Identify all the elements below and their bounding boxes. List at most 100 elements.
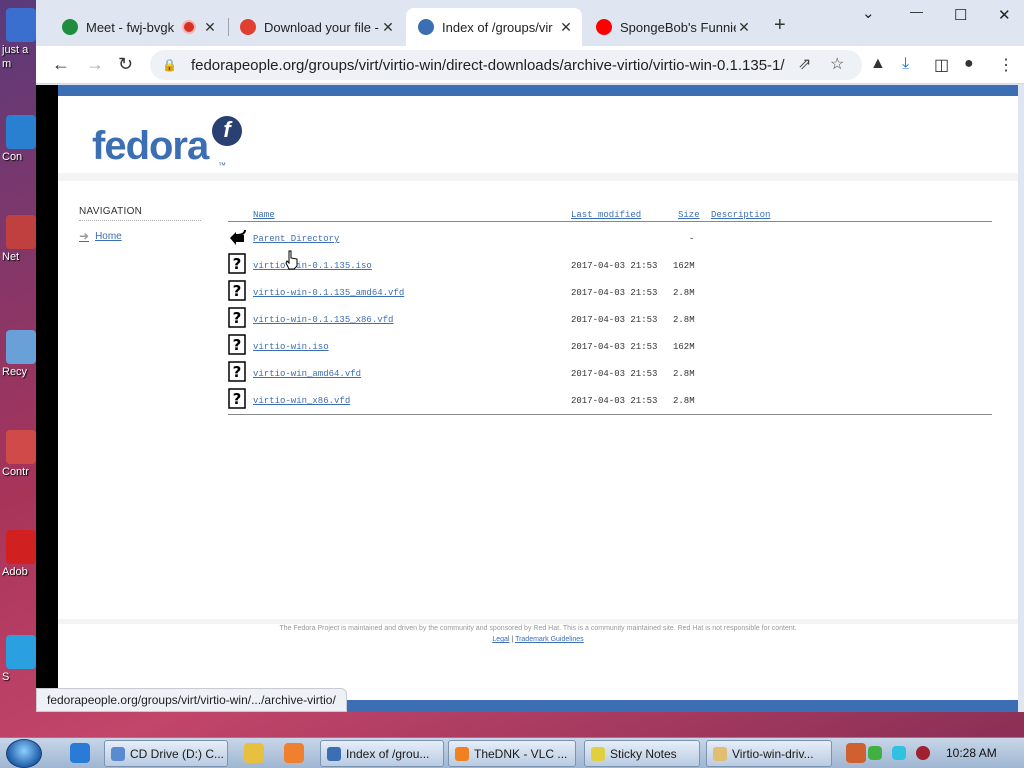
tray-display-icon[interactable]	[892, 746, 906, 760]
desktop-icon[interactable]: S	[2, 635, 38, 683]
taskbar-app-icon	[455, 746, 469, 761]
column-size-sort[interactable]: Size	[678, 210, 700, 220]
youtube-icon	[596, 19, 612, 35]
desktop-icon[interactable]: Con	[2, 115, 38, 163]
taskbar-app-icon	[111, 746, 125, 761]
reload-icon[interactable]: ↻	[118, 54, 133, 75]
taskbar-item[interactable]: Virtio-win-driv...	[706, 740, 832, 767]
listing-bottom-rule	[228, 414, 992, 415]
footer-separator: |	[511, 636, 514, 643]
home-link[interactable]: ➜ Home	[79, 229, 201, 243]
tab-title: SpongeBob's Funnie	[620, 19, 736, 35]
fedora-infinity-icon: f	[212, 116, 242, 146]
file-link[interactable]: virtio-win.iso	[253, 342, 329, 352]
column-description-sort[interactable]: Description	[711, 210, 770, 220]
extension-icon[interactable]: ▲	[870, 55, 886, 73]
desktop-icon[interactable]: Adob	[2, 530, 38, 578]
desktop-icon[interactable]: just a m	[2, 8, 38, 70]
desktop-app-icon	[6, 215, 36, 249]
address-url[interactable]: fedorapeople.org/groups/virt/virtio-win/…	[191, 57, 785, 74]
back-arrow-icon[interactable]: ←	[52, 54, 70, 75]
file-link[interactable]: virtio-win_x86.vfd	[253, 396, 350, 406]
unknown-file-icon: ?	[228, 334, 246, 355]
unknown-file-icon: ?	[228, 388, 246, 409]
taskbar-item[interactable]: Index of /grou...	[320, 740, 444, 767]
table-row-parent: Parent Directory -	[228, 222, 992, 249]
file-size: 2.8M	[673, 315, 695, 325]
table-row: ? virtio-win.iso 2017-04-03 21:53 162M	[228, 330, 992, 357]
desktop-icon[interactable]: Recy	[2, 330, 38, 378]
taskbar-item[interactable]: CD Drive (D:) C...	[104, 740, 228, 767]
taskbar-clock[interactable]: 10:28 AM	[946, 746, 997, 760]
file-link[interactable]: virtio-win-0.1.135_amd64.vfd	[253, 288, 404, 298]
download-icon[interactable]: ⤓	[902, 55, 909, 73]
taskbar-item[interactable]: Sticky Notes	[584, 740, 700, 767]
home-link-label[interactable]: Home	[95, 231, 122, 242]
unknown-file-icon: ?	[228, 361, 246, 382]
profile-avatar-icon[interactable]: ●	[964, 55, 974, 73]
close-tab-icon[interactable]: ✕	[736, 19, 752, 36]
taskbar-item-label: TheDNK - VLC ...	[474, 746, 568, 761]
side-panel-icon[interactable]: ◫	[934, 55, 949, 75]
taskbar-item-label: Virtio-win-driv...	[732, 746, 814, 761]
menu-kebab-icon[interactable]: ⋮	[998, 55, 1014, 75]
tray-network-icon[interactable]	[868, 746, 882, 760]
close-tab-icon[interactable]: ✕	[558, 19, 574, 36]
table-row: ? virtio-win-0.1.135_amd64.vfd 2017-04-03 …	[228, 276, 992, 303]
close-tab-icon[interactable]: ✕	[202, 19, 218, 36]
browser-tab[interactable]: Download your file - ✕	[228, 8, 404, 46]
desktop-icon-label: Con	[2, 151, 23, 163]
file-size: 2.8M	[673, 369, 695, 379]
tab-separator	[228, 18, 229, 36]
taskbar-item-label: CD Drive (D:) C...	[130, 746, 224, 761]
legal-link[interactable]: Legal	[492, 636, 509, 643]
trademark-link[interactable]: Trademark Guidelines	[515, 636, 584, 643]
unknown-file-icon: ?	[228, 307, 246, 328]
trademark-mark: ™	[218, 161, 226, 170]
internet-explorer-icon[interactable]	[70, 743, 90, 763]
desktop-icon[interactable]: Net	[2, 215, 38, 263]
desktop-app-icon	[6, 635, 36, 669]
link-status-bubble: fedorapeople.org/groups/virt/virtio-win/…	[36, 688, 347, 712]
taskbar-item[interactable]: TheDNK - VLC ...	[448, 740, 576, 767]
file-modified: 2017-04-03 21:53	[571, 396, 658, 406]
bookmark-star-icon[interactable]: ☆	[830, 54, 844, 74]
tray-vlc-icon[interactable]	[846, 743, 866, 763]
listing-rows: Parent Directory - ? virtio-win-0.1.135.i…	[228, 222, 992, 411]
file-link[interactable]: virtio-win-0.1.135.iso	[253, 261, 372, 271]
svg-text:?: ?	[233, 363, 242, 381]
parent-directory-link[interactable]: Parent Directory	[253, 234, 339, 244]
table-row: ? virtio-win_x86.vfd 2017-04-03 21:53 2.8M	[228, 384, 992, 411]
file-size: 2.8M	[673, 288, 695, 298]
new-tab-button[interactable]: +	[774, 14, 786, 37]
footer-links: Legal | Trademark Guidelines	[58, 636, 1018, 643]
maximize-button[interactable]: ☐	[954, 6, 967, 24]
download-site-icon	[240, 19, 256, 35]
file-link[interactable]: virtio-win-0.1.135_x86.vfd	[253, 315, 393, 325]
svg-text:?: ?	[233, 255, 242, 273]
browser-tab[interactable]: Meet - fwj-bvgk ✕	[50, 8, 226, 46]
fedora-icon	[418, 19, 434, 35]
browser-tab[interactable]: SpongeBob's Funnie ✕	[584, 8, 760, 46]
forward-arrow-icon[interactable]: →	[86, 54, 104, 75]
column-modified-sort[interactable]: Last modified	[571, 210, 641, 220]
tray-record-icon[interactable]	[916, 746, 930, 760]
close-tab-icon[interactable]: ✕	[380, 19, 396, 36]
browser-tab[interactable]: Index of /groups/vir ✕	[406, 8, 582, 46]
address-bar[interactable]: 🔒 fedorapeople.org/groups/virt/virtio-wi…	[150, 50, 862, 80]
tab-search-dropdown-icon[interactable]: ⌄	[862, 4, 875, 22]
svg-text:?: ?	[233, 390, 242, 408]
start-button[interactable]	[6, 739, 42, 768]
taskbar-app-icon	[327, 746, 341, 761]
desktop-icon[interactable]: Contr	[2, 430, 38, 478]
file-modified: 2017-04-03 21:53	[571, 315, 658, 325]
minimize-button[interactable]: —	[910, 4, 923, 19]
media-player-icon[interactable]	[244, 743, 264, 763]
footer-text: The Fedora Project is maintained and dri…	[279, 625, 797, 632]
fedora-logo[interactable]: fedora	[92, 124, 209, 169]
column-name-sort[interactable]: Name	[253, 210, 275, 220]
chrome-app-icon[interactable]	[284, 743, 304, 763]
close-window-button[interactable]: ✕	[998, 6, 1011, 24]
share-icon[interactable]: ⇗	[798, 54, 811, 74]
file-link[interactable]: virtio-win_amd64.vfd	[253, 369, 361, 379]
